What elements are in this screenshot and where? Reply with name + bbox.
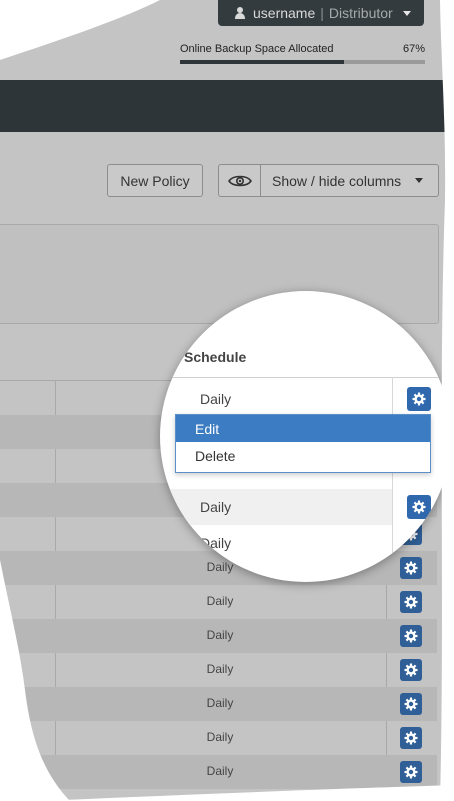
screenshot-stage: username | Distributor Online Backup Spa…	[0, 0, 454, 801]
torn-page-edge	[0, 0, 454, 801]
